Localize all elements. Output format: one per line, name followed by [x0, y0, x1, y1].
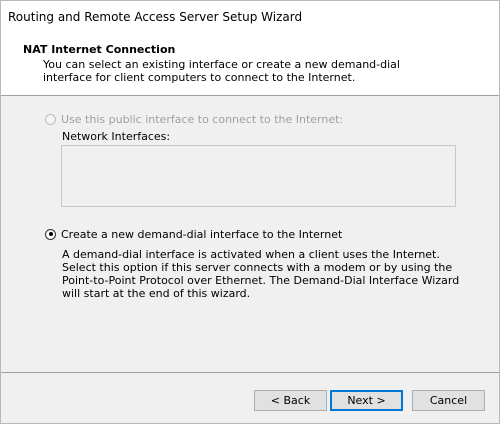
create-demand-dial-label[interactable]: Create a new demand-dial interface to th… [61, 228, 342, 241]
create-demand-dial-radio[interactable] [45, 228, 56, 240]
network-interfaces-label: Network Interfaces: [62, 130, 171, 143]
window-title: Routing and Remote Access Server Setup W… [8, 10, 303, 24]
next-button[interactable]: Next > [330, 390, 403, 411]
back-button[interactable]: < Back [254, 390, 327, 411]
footer-divider [1, 372, 499, 373]
use-public-interface-label: Use this public interface to connect to … [61, 112, 344, 126]
wizard-header: NAT Internet Connection You can select a… [1, 31, 499, 96]
use-public-interface-radio [45, 113, 56, 125]
network-interfaces-list [61, 145, 456, 207]
title-bar: Routing and Remote Access Server Setup W… [1, 1, 499, 31]
page-title: NAT Internet Connection [23, 43, 176, 56]
demand-dial-description: A demand-dial interface is activated whe… [62, 248, 460, 300]
create-demand-dial-option[interactable]: Create a new demand-dial interface to th… [45, 227, 342, 241]
page-description: You can select an existing interface or … [43, 58, 400, 84]
wizard-content: Use this public interface to connect to … [1, 96, 499, 371]
use-public-interface-option: Use this public interface to connect to … [45, 112, 343, 126]
wizard-window: Routing and Remote Access Server Setup W… [0, 0, 500, 424]
cancel-button[interactable]: Cancel [412, 390, 485, 411]
